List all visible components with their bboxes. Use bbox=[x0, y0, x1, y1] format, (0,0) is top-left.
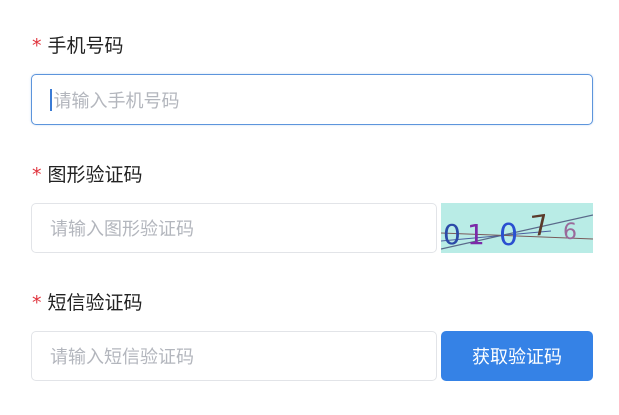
captcha-input-placeholder: 请输入图形验证码 bbox=[50, 219, 194, 240]
captcha-label: * 图形验证码 bbox=[32, 163, 143, 187]
phone-input-placeholder: 请输入手机号码 bbox=[53, 90, 180, 112]
sms-label: * 短信验证码 bbox=[32, 291, 143, 315]
phone-label-text: 手机号码 bbox=[47, 35, 124, 57]
captcha-char: 6 bbox=[563, 220, 577, 245]
captcha-char: 0 bbox=[499, 218, 518, 253]
captcha-input[interactable]: 请输入图形验证码 bbox=[31, 203, 437, 253]
captcha-char: 0 bbox=[443, 218, 461, 251]
sms-code-input[interactable]: 请输入短信验证码 bbox=[31, 331, 437, 381]
sms-code-input-placeholder: 请输入短信验证码 bbox=[50, 347, 194, 368]
captcha-image[interactable]: 0 1 0 7 6 bbox=[441, 203, 593, 253]
get-code-button[interactable]: 获取验证码 bbox=[441, 331, 593, 381]
phone-input[interactable]: 请输入手机号码 bbox=[31, 74, 593, 125]
captcha-image-graphic: 0 1 0 7 6 bbox=[441, 208, 593, 253]
required-mark: * bbox=[32, 164, 42, 186]
required-mark: * bbox=[32, 35, 42, 57]
text-caret bbox=[50, 88, 52, 111]
captcha-char: 1 bbox=[467, 218, 485, 251]
required-mark: * bbox=[32, 292, 42, 314]
sms-label-text: 短信验证码 bbox=[47, 292, 143, 314]
login-form: * 手机号码 请输入手机号码 * 图形验证码 请输入图形验证码 0 1 0 7 6 … bbox=[0, 0, 619, 415]
captcha-label-text: 图形验证码 bbox=[47, 164, 143, 186]
phone-label: * 手机号码 bbox=[32, 34, 124, 58]
captcha-char: 7 bbox=[529, 208, 551, 243]
